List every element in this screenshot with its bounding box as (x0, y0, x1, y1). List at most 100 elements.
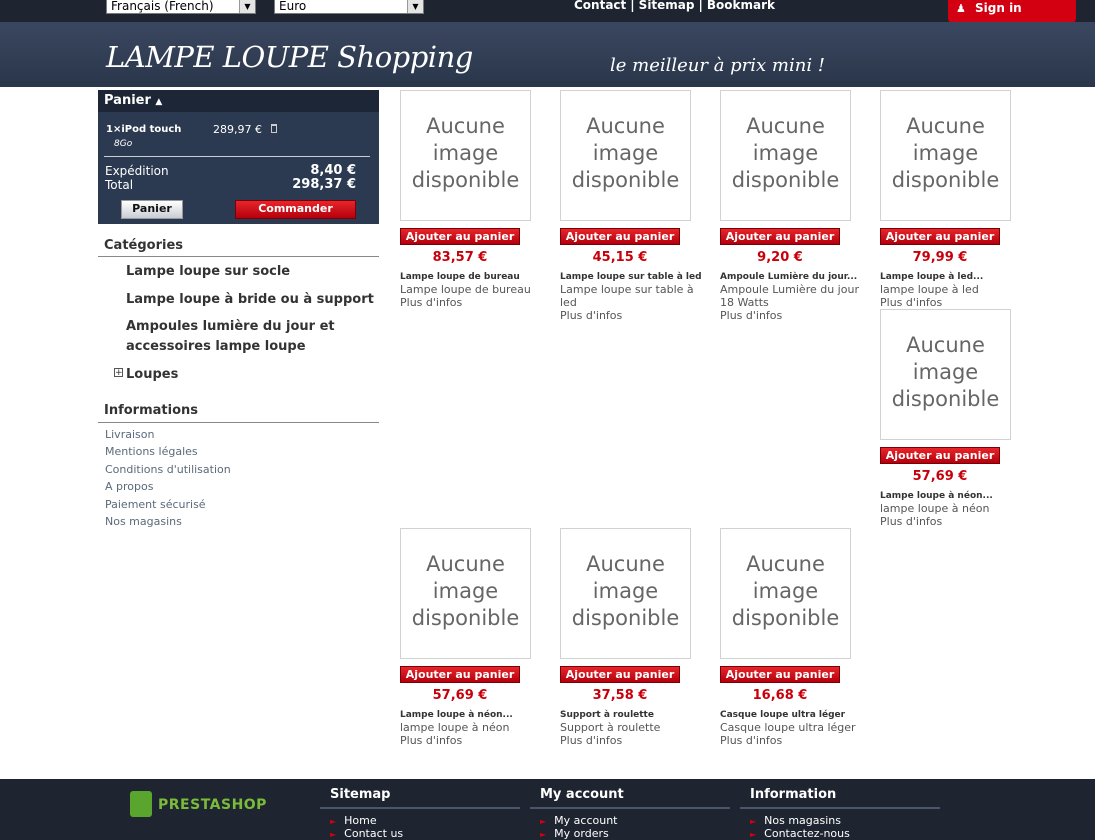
more-info-link[interactable]: Plus d'infos (400, 296, 462, 309)
product-title[interactable]: Lampe loupe sur table à led (560, 272, 702, 282)
product-image[interactable]: Aucune image disponible (720, 528, 851, 659)
product-title[interactable]: Support à roulette (560, 710, 654, 720)
add-to-cart-button[interactable]: Ajouter au panier (720, 666, 840, 683)
info-link[interactable]: A propos (105, 480, 153, 493)
info-link[interactable]: Nos magasins (105, 515, 182, 528)
more-info-link[interactable]: Plus d'infos (400, 734, 462, 747)
product-desc-text: Ampoule Lumière du jour 18 Watts (720, 283, 859, 309)
product-description: Lampe loupe sur table à led Plus d'infos (560, 283, 710, 322)
product-title[interactable]: Lampe loupe à led... (880, 272, 983, 282)
expand-plus-icon[interactable]: + (114, 368, 123, 378)
footer-link-label: Home (344, 814, 377, 827)
trash-icon[interactable] (271, 124, 277, 133)
product-title[interactable]: Ampoule Lumière du jour... (720, 272, 857, 282)
cart-item-variant: 8Go (114, 139, 133, 149)
footer-link-label: Contact us (344, 827, 404, 840)
info-link[interactable]: Paiement sécurisé (105, 498, 206, 511)
add-to-cart-button[interactable]: Ajouter au panier (560, 228, 680, 245)
add-to-cart-button[interactable]: Ajouter au panier (560, 666, 680, 683)
currency-select-value: Euro (279, 0, 307, 13)
product-image[interactable]: Aucune image disponible (880, 309, 1011, 440)
add-to-cart-button[interactable]: Ajouter au panier (400, 228, 520, 245)
sitemap-link[interactable]: Sitemap (639, 0, 695, 12)
language-select-value: Français (French) (111, 0, 214, 13)
divider (98, 256, 379, 257)
no-image-text: Aucune image disponible (411, 552, 520, 630)
view-cart-button[interactable]: Panier (121, 200, 183, 219)
product-description: Ampoule Lumière du jour 18 Watts Plus d'i… (720, 283, 870, 322)
info-link[interactable]: Mentions légales (105, 445, 198, 458)
info-link[interactable]: Livraison (105, 428, 154, 441)
contact-link[interactable]: Contact (574, 0, 626, 12)
product-title[interactable]: Casque loupe ultra léger (720, 710, 845, 720)
product-desc-text: Casque loupe ultra léger (720, 721, 856, 734)
product-image[interactable]: Aucune image disponible (400, 528, 531, 659)
footer-link-label: My orders (554, 827, 609, 840)
sign-in-button[interactable]: ♟ Sign in (948, 0, 1076, 24)
user-icon: ♟ (956, 2, 966, 15)
checkout-button[interactable]: Commander (235, 200, 356, 219)
product-price: 83,57 € (432, 250, 488, 265)
more-info-link[interactable]: Plus d'infos (560, 309, 622, 322)
add-to-cart-button[interactable]: Ajouter au panier (880, 228, 1000, 245)
product-image[interactable]: Aucune image disponible (560, 528, 691, 659)
more-info-link[interactable]: Plus d'infos (880, 515, 942, 528)
shopping-bag-icon (130, 791, 152, 817)
more-info-link[interactable]: Plus d'infos (720, 309, 782, 322)
bookmark-link[interactable]: Bookmark (707, 0, 775, 12)
product-image[interactable]: Aucune image disponible (720, 90, 851, 221)
more-info-link[interactable]: Plus d'infos (560, 734, 622, 747)
product-description: Casque loupe ultra léger Plus d'infos (720, 721, 870, 747)
product-image[interactable]: Aucune image disponible (560, 90, 691, 221)
footer-link[interactable]: ► My orders (540, 827, 609, 840)
language-select[interactable]: Français (French) ▼ (106, 0, 256, 14)
product-description: lampe loupe à néon Plus d'infos (880, 502, 1030, 528)
no-image-text: Aucune image disponible (731, 552, 840, 630)
product-desc-text: lampe loupe à néon (400, 721, 510, 734)
no-image-text: Aucune image disponible (891, 333, 1000, 411)
product-description: lampe loupe à néon Plus d'infos (400, 721, 550, 747)
product-price: 57,69 € (432, 688, 488, 703)
cart-block: Panier ▲ 1×iPod touch 8Go 289,97 € Expéd… (98, 90, 379, 224)
caret-up-icon: ▲ (155, 97, 163, 107)
category-item[interactable]: Loupes (126, 365, 376, 385)
category-item[interactable]: Lampe loupe à bride ou à support (126, 290, 376, 310)
footer-link[interactable]: ► My account (540, 814, 617, 827)
product-title[interactable]: Lampe loupe à néon... (400, 710, 513, 720)
footer-link[interactable]: ► Contactez-nous (750, 827, 850, 840)
prestashop-brand: PRESTASHOP (158, 797, 267, 813)
arrow-right-icon: ► (330, 817, 337, 826)
footer-account-title: My account (540, 787, 624, 802)
add-to-cart-button[interactable]: Ajouter au panier (880, 447, 1000, 464)
separator: | (630, 0, 635, 12)
footer-link-label: Contactez-nous (764, 827, 850, 840)
footer-link-label: Nos magasins (764, 814, 842, 827)
cart-item-price: 289,97 € (213, 123, 262, 136)
product-title[interactable]: Lampe loupe de bureau (400, 272, 520, 282)
product-image[interactable]: Aucune image disponible (400, 90, 531, 221)
add-to-cart-button[interactable]: Ajouter au panier (720, 228, 840, 245)
footer-information-title: Information (750, 787, 837, 802)
site-logo[interactable]: LAMPE LOUPE Shopping (106, 40, 473, 74)
product-description: Lampe loupe de bureau Plus d'infos (400, 283, 550, 309)
info-link[interactable]: Conditions d'utilisation (105, 463, 231, 476)
category-item[interactable]: Ampoules lumière du jour et accessoires … (126, 317, 376, 357)
more-info-link[interactable]: Plus d'infos (720, 734, 782, 747)
footer-link[interactable]: ► Nos magasins (750, 814, 841, 827)
slogan: le meilleur à prix mini ! (610, 55, 826, 76)
footer-link[interactable]: ► Contact us (330, 827, 403, 840)
total-value: 298,37 € (292, 177, 356, 192)
add-to-cart-button[interactable]: Ajouter au panier (400, 666, 520, 683)
divider (530, 807, 730, 809)
product-title[interactable]: Lampe loupe à néon... (880, 491, 993, 501)
product-image[interactable]: Aucune image disponible (880, 90, 1011, 221)
more-info-link[interactable]: Plus d'infos (880, 296, 942, 309)
cart-header[interactable]: Panier ▲ (98, 90, 379, 112)
cart-item-name[interactable]: 1×iPod touch (106, 124, 181, 135)
sign-in-label: Sign in (975, 1, 1022, 15)
currency-select[interactable]: Euro ▼ (274, 0, 424, 14)
shipping-label: Expédition (105, 164, 169, 178)
category-item[interactable]: Lampe loupe sur socle (126, 262, 376, 282)
cart-divider (104, 156, 370, 157)
footer-link[interactable]: ► Home (330, 814, 377, 827)
